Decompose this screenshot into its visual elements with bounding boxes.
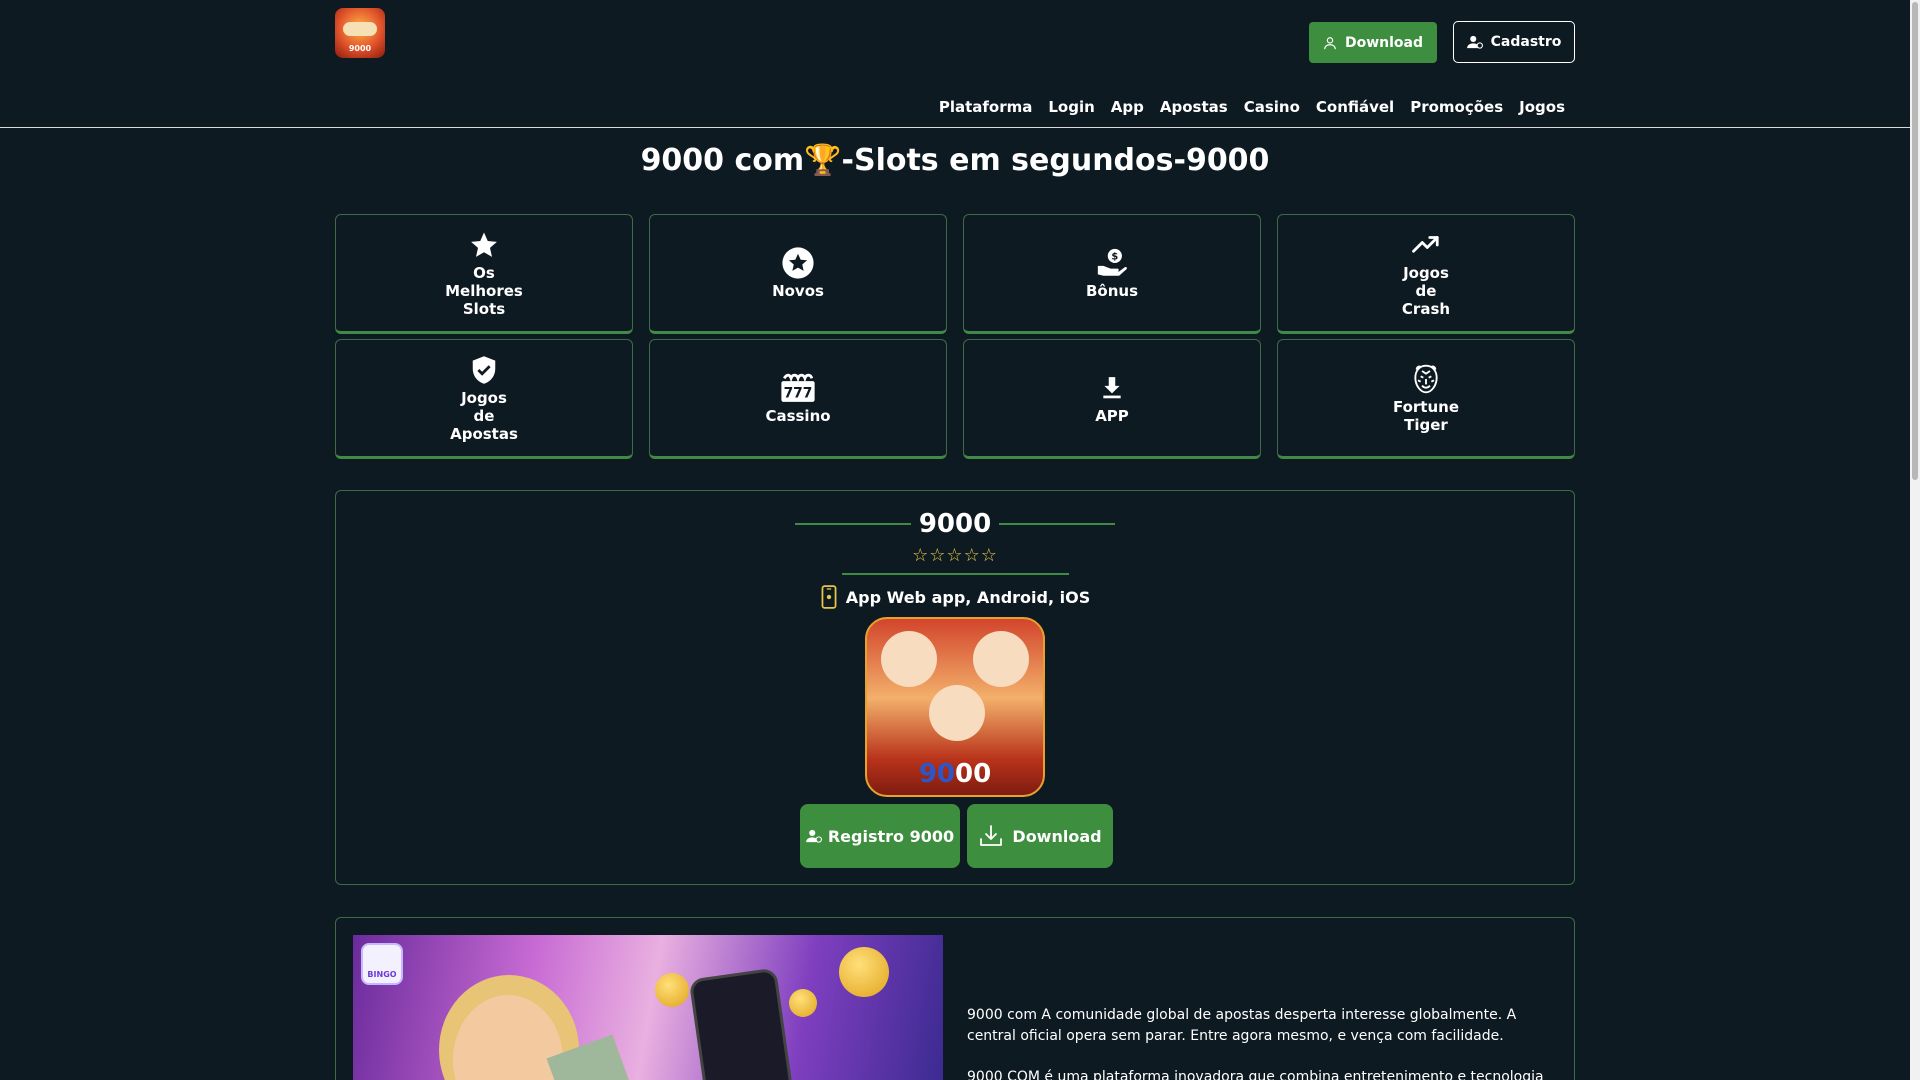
star-rating: ☆☆☆☆☆ xyxy=(912,545,998,566)
app-icon-number: 9000 xyxy=(918,759,992,789)
category-jogos-de-crash[interactable]: Jogos de Crash xyxy=(1277,214,1575,334)
category-jogos-de-apostas[interactable]: Jogos de Apostas xyxy=(335,339,633,459)
app-icon-image[interactable]: 9000 xyxy=(865,617,1045,797)
promo-paragraph: 9000 COM é uma plataforma inovadora que … xyxy=(967,1069,1544,1080)
coin-art xyxy=(839,947,889,997)
mobile-phone-icon xyxy=(821,585,837,609)
star-icon xyxy=(471,232,497,257)
category-label: APP xyxy=(1095,407,1129,425)
category-melhores-slots[interactable]: Os Melhores Slots xyxy=(335,214,633,334)
user-icon xyxy=(1324,36,1336,49)
brand-name: 9000 xyxy=(918,509,992,539)
category-label: Os Melhores Slots xyxy=(445,264,523,318)
app-card: 9000 ☆☆☆☆☆ App Web app, Android, iOS 900… xyxy=(335,490,1575,885)
nav-item-app[interactable]: App xyxy=(1111,98,1144,116)
bingo-logo-icon: BINGO xyxy=(361,943,403,985)
registro-button[interactable]: Registro 9000 xyxy=(800,804,960,868)
category-label: Jogos de Apostas xyxy=(450,389,518,443)
promo-banner-image: BINGO xyxy=(353,935,943,1080)
download-button-top[interactable]: Download xyxy=(1309,22,1437,63)
download-button-label: Download xyxy=(1012,826,1102,846)
category-label: Fortune Tiger xyxy=(1392,398,1460,434)
nav-item-confiavel[interactable]: Confiável xyxy=(1316,98,1394,116)
download-tray-icon xyxy=(980,825,1003,846)
svg-text:777: 777 xyxy=(784,386,813,402)
promo-card: BINGO 9000 com A comunidade global de ap… xyxy=(335,917,1575,1080)
nav-item-plataforma[interactable]: Plataforma xyxy=(939,98,1033,116)
category-label: Jogos de Crash xyxy=(1401,264,1451,318)
promo-paragraph: 9000 com A comunidade global de apostas … xyxy=(967,1007,1517,1044)
category-label: Bônus xyxy=(1085,282,1139,300)
download-icon xyxy=(1103,377,1121,399)
brand-heading: 9000 xyxy=(336,509,1574,539)
coin-art xyxy=(655,973,689,1007)
tiger-art xyxy=(929,685,985,741)
nav-item-promocoes[interactable]: Promoções xyxy=(1410,98,1503,116)
divider-left xyxy=(794,523,911,525)
category-cassino[interactable]: 777 Cassino xyxy=(649,339,947,459)
promo-text: 9000 com A comunidade global de apostas … xyxy=(967,1005,1562,1080)
nav-item-apostas[interactable]: Apostas xyxy=(1160,98,1228,116)
scrollbar-thumb[interactable] xyxy=(1912,2,1918,480)
nav-item-jogos[interactable]: Jogos xyxy=(1519,98,1565,116)
user-plus-icon xyxy=(1466,35,1483,49)
phone-art xyxy=(688,967,796,1080)
coin-art xyxy=(789,989,817,1017)
main-nav: Plataforma Login App Apostas Casino Conf… xyxy=(939,98,1565,116)
logo-text: 9000 xyxy=(348,44,372,53)
money-hand-icon: $ xyxy=(1097,248,1127,276)
site-header: 9000 Download Cadastro Plataforma Login … xyxy=(0,0,1910,128)
shield-check-icon xyxy=(472,356,496,384)
page-scrollbar[interactable] xyxy=(1910,0,1920,1080)
category-label: Cassino xyxy=(765,407,831,425)
category-app[interactable]: APP xyxy=(963,339,1261,459)
user-plus-icon xyxy=(805,829,822,843)
platform-info: App Web app, Android, iOS xyxy=(336,585,1574,609)
download-button[interactable]: Download xyxy=(967,804,1113,868)
logo-art xyxy=(343,22,377,36)
site-logo[interactable]: 9000 xyxy=(335,8,385,58)
category-fortune-tiger[interactable]: Fortune Tiger xyxy=(1277,339,1575,459)
platform-text: App Web app, Android, iOS xyxy=(845,587,1091,607)
nav-item-login[interactable]: Login xyxy=(1048,98,1094,116)
cadastro-button[interactable]: Cadastro xyxy=(1453,21,1575,63)
svg-text:$: $ xyxy=(1111,251,1118,262)
nav-item-casino[interactable]: Casino xyxy=(1244,98,1300,116)
tiger-art xyxy=(973,631,1029,687)
trending-up-icon xyxy=(1412,236,1439,253)
download-button-top-label: Download xyxy=(1344,34,1424,51)
cadastro-button-label: Cadastro xyxy=(1490,34,1562,50)
tiger-icon xyxy=(1414,364,1438,394)
category-grid: Os Melhores Slots Novos $ Bônus Jogos de… xyxy=(335,214,1575,459)
divider-right xyxy=(999,523,1116,525)
page-title: 9000 com🏆-Slots em segundos-9000 xyxy=(640,143,1270,178)
slot-777-icon: 777 xyxy=(781,373,815,402)
divider xyxy=(842,573,1069,575)
category-label: Novos xyxy=(772,282,824,300)
category-bonus[interactable]: $ Bônus xyxy=(963,214,1261,334)
tiger-art xyxy=(881,631,937,687)
star-circle-icon xyxy=(782,247,814,279)
registro-button-label: Registro 9000 xyxy=(827,826,955,846)
category-novos[interactable]: Novos xyxy=(649,214,947,334)
